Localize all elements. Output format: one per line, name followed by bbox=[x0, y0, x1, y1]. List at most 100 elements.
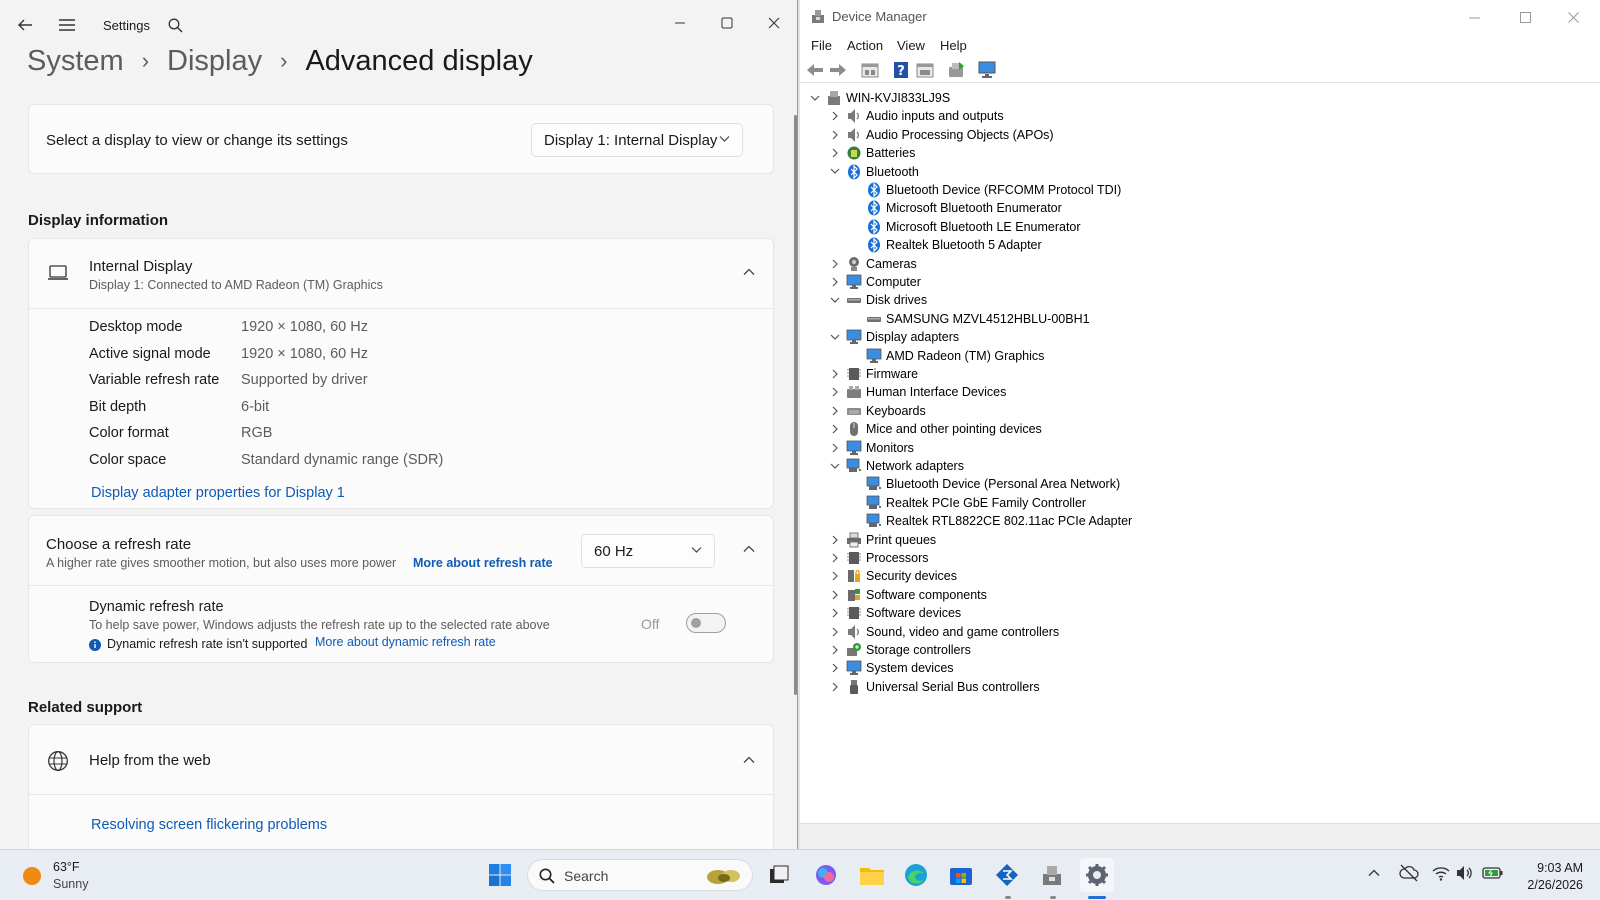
chevron-right-icon[interactable] bbox=[828, 144, 842, 162]
tree-device[interactable]: Realtek Bluetooth 5 Adapter bbox=[848, 236, 1448, 254]
tree-category[interactable]: Firmware bbox=[828, 365, 1428, 383]
chevron-down-icon[interactable] bbox=[828, 328, 842, 346]
taskbar-search-box[interactable]: Search bbox=[527, 859, 753, 891]
chevron-down-icon[interactable] bbox=[808, 89, 822, 107]
display-adapter-properties-link[interactable]: Display adapter properties for Display 1 bbox=[91, 485, 345, 501]
tree-device[interactable]: Realtek PCIe GbE Family Controller bbox=[848, 494, 1448, 512]
chevron-right-icon[interactable] bbox=[828, 255, 842, 273]
chevron-right-icon[interactable] bbox=[828, 641, 842, 659]
battery-charging-icon[interactable] bbox=[1482, 866, 1504, 880]
maximize-button[interactable] bbox=[712, 8, 742, 38]
chevron-right-icon[interactable] bbox=[828, 531, 842, 549]
chevron-right-icon[interactable] bbox=[828, 126, 842, 144]
microsoft-store-icon[interactable] bbox=[944, 858, 978, 892]
start-button[interactable] bbox=[483, 858, 517, 892]
weather-temp[interactable]: 63°F bbox=[53, 860, 80, 874]
tree-device[interactable]: AMD Radeon (TM) Graphics bbox=[848, 347, 1448, 365]
chevron-up-icon[interactable] bbox=[743, 756, 755, 764]
tree-category[interactable]: Audio Processing Objects (APOs) bbox=[828, 126, 1428, 144]
chevron-right-icon[interactable] bbox=[828, 659, 842, 677]
more-about-refresh-rate-link[interactable]: More about refresh rate bbox=[413, 556, 553, 570]
back-arrow-icon[interactable] bbox=[15, 15, 35, 35]
tree-device[interactable]: Bluetooth Device (Personal Area Network) bbox=[848, 475, 1448, 493]
chevron-right-icon[interactable] bbox=[828, 549, 842, 567]
breadcrumb-display[interactable]: Display bbox=[167, 45, 262, 77]
task-view-icon[interactable] bbox=[762, 858, 796, 892]
forward-arrow-icon[interactable] bbox=[828, 60, 848, 80]
chevron-right-icon[interactable] bbox=[828, 365, 842, 383]
tree-category[interactable]: Batteries bbox=[828, 144, 1428, 162]
minimize-button[interactable] bbox=[665, 8, 695, 38]
tree-category[interactable]: Mice and other pointing devices bbox=[828, 420, 1428, 438]
tree-category[interactable]: Cameras bbox=[828, 255, 1428, 273]
tree-category[interactable]: Processors bbox=[828, 549, 1428, 567]
clock-time[interactable]: 9:03 AM bbox=[1528, 861, 1583, 875]
screen-flickering-link[interactable]: Resolving screen flickering problems bbox=[91, 817, 327, 833]
tree-category[interactable]: Computer bbox=[828, 273, 1428, 291]
back-arrow-icon[interactable] bbox=[805, 60, 825, 80]
chevron-right-icon[interactable] bbox=[828, 623, 842, 641]
tree-category[interactable]: Disk drives bbox=[828, 291, 1428, 309]
chevron-right-icon[interactable] bbox=[828, 420, 842, 438]
chevron-right-icon[interactable] bbox=[828, 678, 842, 696]
refresh-rate-dropdown[interactable]: 60 Hz bbox=[581, 534, 715, 568]
tree-category[interactable]: Bluetooth bbox=[828, 163, 1428, 181]
close-button[interactable] bbox=[759, 8, 789, 38]
properties-icon[interactable] bbox=[860, 60, 880, 80]
copilot-icon[interactable] bbox=[809, 858, 843, 892]
menu-file[interactable]: File bbox=[811, 38, 832, 53]
chevron-up-icon[interactable] bbox=[743, 268, 755, 276]
search-icon[interactable] bbox=[166, 16, 184, 34]
tree-category[interactable]: System devices bbox=[828, 659, 1428, 677]
chevron-right-icon[interactable] bbox=[828, 567, 842, 585]
tree-category[interactable]: Audio inputs and outputs bbox=[828, 107, 1428, 125]
update-driver-icon[interactable] bbox=[946, 60, 966, 80]
scan-hardware-icon[interactable] bbox=[977, 60, 997, 80]
tree-category[interactable]: Display adapters bbox=[828, 328, 1428, 346]
tree-category[interactable]: Sound, video and game controllers bbox=[828, 623, 1428, 641]
volume-icon[interactable] bbox=[1456, 865, 1474, 881]
chevron-right-icon[interactable] bbox=[828, 383, 842, 401]
power-automate-icon[interactable] bbox=[990, 858, 1024, 892]
help-from-web-header[interactable]: Help from the web bbox=[29, 725, 773, 795]
file-explorer-icon[interactable] bbox=[855, 858, 889, 892]
tree-category[interactable]: Storage controllers bbox=[828, 641, 1428, 659]
chevron-down-icon[interactable] bbox=[828, 457, 842, 475]
edge-browser-icon[interactable] bbox=[899, 858, 933, 892]
maximize-button[interactable] bbox=[1513, 6, 1537, 28]
chevron-up-icon[interactable] bbox=[1368, 869, 1380, 877]
device-manager-taskbar-icon[interactable] bbox=[1035, 858, 1069, 892]
tree-category[interactable]: Human Interface Devices bbox=[828, 383, 1428, 401]
more-about-dynamic-refresh-link[interactable]: More about dynamic refresh rate bbox=[315, 635, 496, 649]
tree-category[interactable]: Monitors bbox=[828, 439, 1428, 457]
minimize-button[interactable] bbox=[1462, 6, 1486, 28]
tree-device[interactable]: Realtek RTL8822CE 802.11ac PCIe Adapter bbox=[848, 512, 1448, 530]
display-info-header[interactable]: Internal Display Display 1: Connected to… bbox=[29, 239, 773, 309]
tree-category[interactable]: Software components bbox=[828, 586, 1428, 604]
tree-category[interactable]: Print queues bbox=[828, 531, 1428, 549]
chevron-right-icon[interactable] bbox=[828, 402, 842, 420]
menu-help[interactable]: Help bbox=[940, 38, 967, 53]
tree-device[interactable]: SAMSUNG MZVL4512HBLU-00BH1 bbox=[848, 310, 1448, 328]
tree-category[interactable]: Network adapters bbox=[828, 457, 1428, 475]
chevron-right-icon[interactable] bbox=[828, 107, 842, 125]
tree-device[interactable]: Microsoft Bluetooth Enumerator bbox=[848, 199, 1448, 217]
chevron-down-icon[interactable] bbox=[828, 291, 842, 309]
tree-category[interactable]: Universal Serial Bus controllers bbox=[828, 678, 1428, 696]
view-details-icon[interactable] bbox=[915, 60, 935, 80]
weather-desc[interactable]: Sunny bbox=[53, 877, 88, 891]
breadcrumb-system[interactable]: System bbox=[27, 45, 124, 77]
chevron-right-icon[interactable] bbox=[828, 439, 842, 457]
chevron-down-icon[interactable] bbox=[828, 163, 842, 181]
chevron-up-icon[interactable] bbox=[743, 545, 755, 553]
chevron-right-icon[interactable] bbox=[828, 586, 842, 604]
cloud-off-icon[interactable] bbox=[1399, 864, 1419, 882]
menu-view[interactable]: View bbox=[897, 38, 925, 53]
tree-category[interactable]: Keyboards bbox=[828, 402, 1428, 420]
tree-category[interactable]: Security devices bbox=[828, 567, 1428, 585]
tree-category[interactable]: Software devices bbox=[828, 604, 1428, 622]
help-icon[interactable]: ? bbox=[891, 60, 911, 80]
settings-scrollbar[interactable] bbox=[794, 115, 797, 695]
menu-action[interactable]: Action bbox=[847, 38, 883, 53]
clock-date[interactable]: 2/26/2026 bbox=[1520, 878, 1583, 892]
